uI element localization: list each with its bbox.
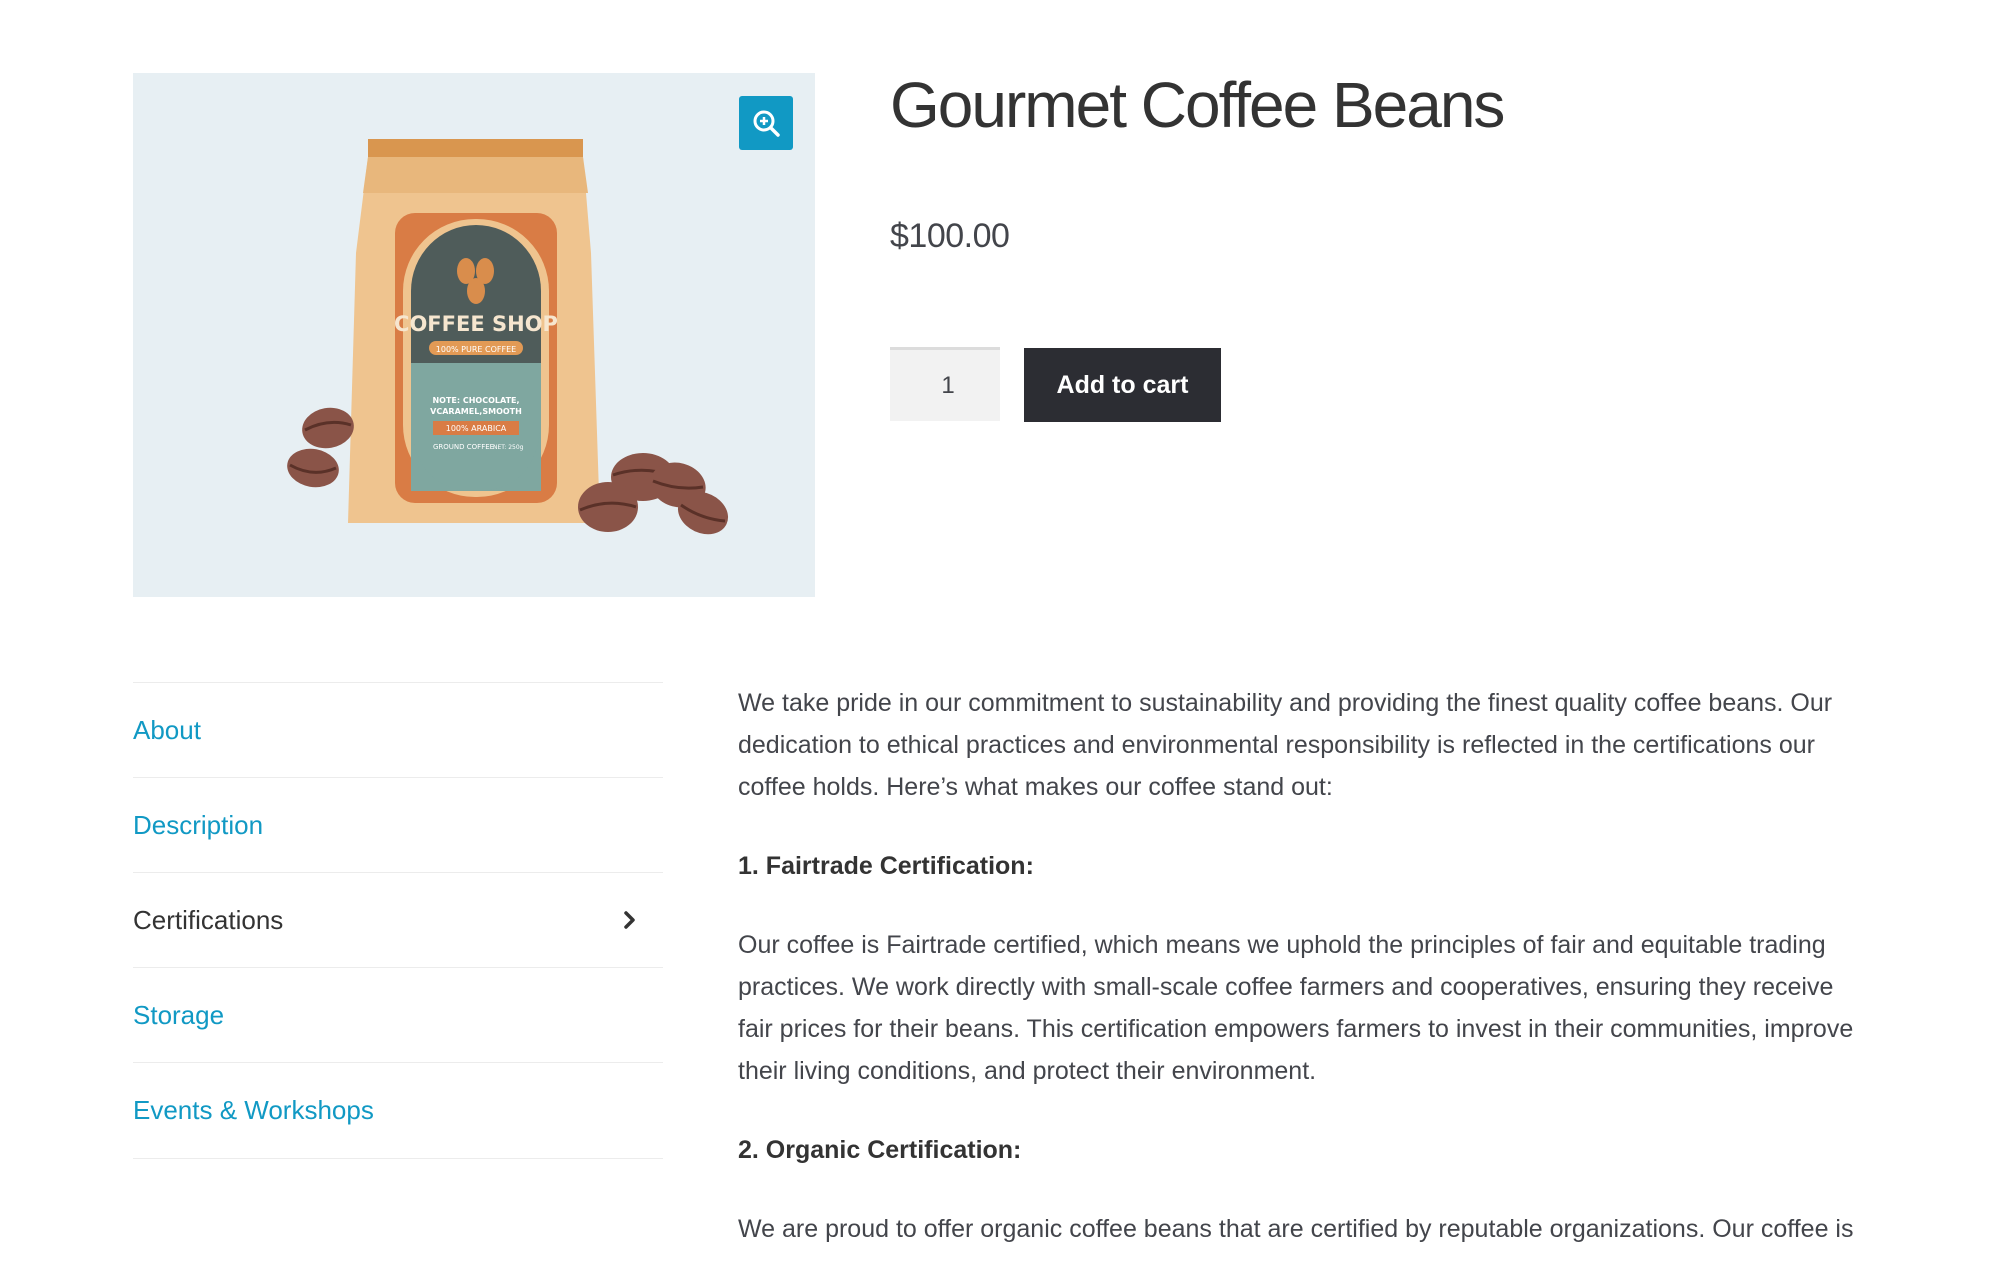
product-price: $100.00	[890, 217, 1010, 255]
add-to-cart-button[interactable]: Add to cart	[1024, 348, 1221, 422]
tab-storage[interactable]: Storage	[133, 967, 663, 1062]
product-gallery: COFFEE SHOP 100% PURE COFFEE NOTE: CHOCO…	[133, 73, 815, 597]
bag-note-line1: NOTE: CHOCOLATE,	[432, 396, 519, 405]
tab-events-workshops[interactable]: Events & Workshops	[133, 1062, 663, 1159]
tab-certifications[interactable]: Certifications	[133, 872, 663, 967]
quantity-input[interactable]	[890, 347, 1000, 421]
tab-label: Certifications	[133, 904, 284, 935]
bag-note-line2: VCARAMEL,SMOOTH	[430, 407, 522, 416]
bag-brand-text: COFFEE SHOP	[394, 312, 558, 336]
product-image[interactable]: COFFEE SHOP 100% PURE COFFEE NOTE: CHOCO…	[133, 73, 815, 597]
bag-tagline-text: 100% PURE COFFEE	[436, 345, 516, 354]
product-tabs: About Description Certifications Storage…	[133, 682, 663, 1159]
organic-heading: 2. Organic Certification:	[738, 1136, 1022, 1164]
intro-paragraph: We take pride in our commitment to susta…	[738, 689, 1833, 801]
chevron-right-icon	[623, 910, 637, 930]
bag-badge-text: 100% ARABICA	[446, 424, 507, 433]
zoom-in-icon	[753, 110, 780, 137]
fairtrade-heading: 1. Fairtrade Certification:	[738, 852, 1034, 880]
organic-paragraph: We are proud to offer organic coffee bea…	[738, 1215, 1854, 1243]
tab-panel-certifications: We take pride in our commitment to susta…	[738, 682, 1868, 1287]
tab-label: Events & Workshops	[133, 1095, 374, 1125]
tab-label: About	[133, 714, 201, 745]
fairtrade-paragraph: Our coffee is Fairtrade certified, which…	[738, 931, 1854, 1085]
tab-about[interactable]: About	[133, 682, 663, 777]
bag-ground-text: GROUND COFFEE	[433, 443, 494, 451]
tab-label: Storage	[133, 999, 225, 1030]
bag-weight-text: NET: 250g	[493, 444, 524, 451]
tab-label: Description	[133, 809, 264, 840]
product-title: Gourmet Coffee Beans	[890, 69, 1505, 141]
tab-description[interactable]: Description	[133, 777, 663, 872]
zoom-button[interactable]	[739, 96, 793, 150]
